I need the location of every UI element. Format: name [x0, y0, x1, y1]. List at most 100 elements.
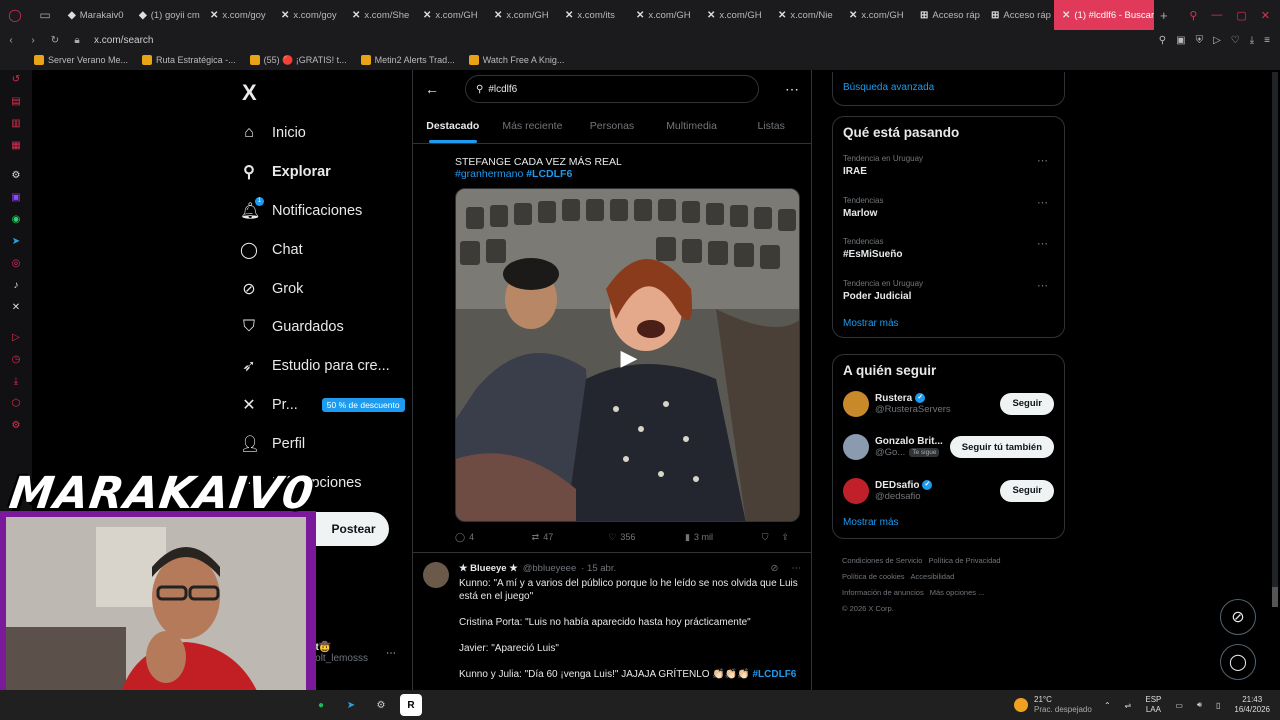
tab-4[interactable]: Listas: [731, 108, 811, 143]
follow-name[interactable]: Gonzalo Brit...: [875, 436, 950, 447]
nav-item-x-premium[interactable]: ✕ Pr... 50 % de descuento: [240, 386, 410, 425]
browser-tab[interactable]: ✕ x.com/GH: [841, 0, 912, 30]
trend-item[interactable]: Tendencia en Uruguay Poder Judicial ⋯: [843, 279, 1054, 321]
sidebar-settings-icon[interactable]: ⚙: [0, 414, 32, 436]
post-author[interactable]: ★ Blueeye ★: [459, 562, 518, 575]
footer-link[interactable]: Política de Privacidad: [928, 556, 1000, 565]
reply-button[interactable]: ◯ 4: [455, 532, 532, 543]
trend-item[interactable]: Tendencia en Uruguay IRAE ⋯: [843, 154, 1054, 196]
chevron-up-icon[interactable]: ⌃: [1104, 701, 1111, 710]
post[interactable]: STEFANGE CADA VEZ MÁS REAL #granhermano …: [413, 144, 811, 552]
share-button[interactable]: ⇪: [781, 532, 801, 543]
back-icon[interactable]: ‹: [0, 35, 22, 46]
browser-tab[interactable]: ✕ (1) #lcdlf6 - Buscar /: [1054, 0, 1154, 30]
url-field[interactable]: x.com/search: [94, 35, 153, 46]
avatar[interactable]: [843, 477, 869, 504]
hashtag-link[interactable]: #LCDLF6: [526, 168, 572, 180]
follow-button[interactable]: Seguir: [1000, 392, 1054, 415]
search-more-icon[interactable]: ⋯: [759, 81, 799, 98]
tab-1[interactable]: Más reciente: [493, 108, 573, 143]
sidebar-extensions-icon[interactable]: ⬡: [0, 392, 32, 414]
follow-name[interactable]: DEDsafio ✓: [875, 480, 1000, 491]
sidebar-music-icon[interactable]: ▥: [0, 112, 32, 134]
search-tabs-icon[interactable]: ⚲: [1189, 9, 1197, 22]
weather-widget[interactable]: 21°C Prac. despejado: [1014, 695, 1092, 715]
scrollbar[interactable]: [1272, 72, 1278, 607]
avatar[interactable]: [843, 434, 869, 461]
footer-link[interactable]: Política de cookies: [842, 572, 905, 581]
back-arrow-icon[interactable]: ←: [425, 81, 455, 97]
advanced-search-link[interactable]: Búsqueda avanzada: [832, 72, 1065, 106]
browser-tab[interactable]: ✕ x.com/Nie: [770, 0, 841, 30]
nav-item-search[interactable]: ⚲ Explorar: [240, 153, 410, 192]
spotify-icon[interactable]: ●: [310, 694, 332, 716]
nav-item-grok[interactable]: ⊘ Grok: [240, 269, 410, 308]
messages-fab-icon[interactable]: ◯: [1220, 644, 1256, 680]
repost-button[interactable]: ⇄ 47: [532, 532, 609, 543]
bookmark-item[interactable]: Ruta Estratégica -...: [142, 55, 236, 65]
forward-icon[interactable]: ›: [22, 35, 44, 46]
tab-2[interactable]: Personas: [572, 108, 652, 143]
like-button[interactable]: ♡ 356: [608, 532, 685, 543]
sidebar-chat-icon[interactable]: ▤: [0, 90, 32, 112]
browser-tab[interactable]: ⊞ Acceso ráp: [912, 0, 983, 30]
nav-item-rocket[interactable]: ➶ Estudio para cre...: [240, 347, 410, 386]
nav-item-home[interactable]: ⌂ Inicio: [240, 114, 410, 153]
post-more-icon[interactable]: ⋯: [792, 562, 802, 575]
post[interactable]: ★ Blueeye ★ @bblueyeee · 15 abr. ⊘ ⋯ Kun…: [413, 552, 811, 681]
trend-more-icon[interactable]: ⋯: [1037, 279, 1048, 292]
tab-0[interactable]: Destacado: [413, 108, 493, 143]
x-logo-icon[interactable]: X: [242, 80, 264, 105]
sidebar-player-icon[interactable]: ▷: [0, 326, 32, 348]
video-player[interactable]: ▶: [455, 188, 800, 522]
telegram-icon[interactable]: ➤: [340, 694, 362, 716]
browser-tab[interactable]: ✕ x.com/goy: [273, 0, 344, 30]
browser-tab[interactable]: ◆ (1) goyii cm: [131, 0, 202, 30]
network-settings-icon[interactable]: ⇌: [1125, 701, 1132, 710]
minimize-button[interactable]: —: [1211, 9, 1222, 22]
sidebar-news-icon[interactable]: ▦: [0, 134, 32, 156]
hashtag-link[interactable]: #granhermano: [455, 168, 523, 180]
trend-item[interactable]: Tendencias #EsMiSueño ⋯: [843, 237, 1054, 279]
nav-item-chat[interactable]: ◯ Chat: [240, 230, 410, 269]
reload-icon[interactable]: ↻: [44, 35, 66, 46]
bookmark-item[interactable]: Metin2 Alerts Trad...: [360, 55, 455, 65]
avatar[interactable]: [423, 562, 449, 588]
language-indicator[interactable]: ESP LAA: [1145, 695, 1161, 715]
sidebar-x-icon[interactable]: ✕: [0, 296, 32, 318]
shield-icon[interactable]: ⛨: [1196, 35, 1204, 46]
browser-tab[interactable]: ✕ x.com/GH: [486, 0, 557, 30]
opera-logo-icon[interactable]: ◯: [0, 0, 30, 30]
bookmark-item[interactable]: (55) 🔴 ¡GRATIS! t...: [249, 55, 347, 66]
views-button[interactable]: ▮ 3 mil: [685, 532, 762, 543]
snapshot-icon[interactable]: ▣: [1176, 35, 1185, 46]
steam-icon[interactable]: ⚙: [370, 694, 392, 716]
promo-badge[interactable]: 50 % de descuento: [321, 397, 405, 412]
follow-suggestion[interactable]: DEDsafio ✓ @dedsafio Seguir: [843, 469, 1054, 513]
hashtag-link[interactable]: #LCDLF6: [752, 669, 796, 680]
avatar[interactable]: [843, 390, 869, 417]
follow-button[interactable]: Seguir: [1000, 479, 1054, 502]
bookmark-item[interactable]: Watch Free A Knig...: [468, 55, 564, 65]
sidebar-aria-icon[interactable]: ↺: [0, 68, 32, 90]
roblox-icon[interactable]: R: [400, 694, 422, 716]
sidebar-downloads-icon[interactable]: ⤓: [0, 370, 32, 392]
close-window-button[interactable]: ✕: [1261, 9, 1270, 22]
footer-link[interactable]: Información de anuncios: [842, 588, 924, 597]
tab-3[interactable]: Multimedia: [652, 108, 732, 143]
monitor-icon[interactable]: ▭: [1175, 701, 1183, 710]
nav-item-bookmark[interactable]: ⛉ Guardados: [240, 308, 410, 347]
browser-tab[interactable]: ⊞ Acceso ráp: [983, 0, 1054, 30]
bookmark-item[interactable]: Server Verano Me...: [34, 55, 128, 65]
follow-suggestion[interactable]: Rustera ✓ @RusteraServers Seguir: [843, 382, 1054, 426]
play-icon[interactable]: ▶: [616, 345, 642, 371]
volume-icon[interactable]: 🔊︎: [1197, 700, 1202, 710]
maximize-button[interactable]: ▢: [1236, 9, 1246, 22]
browser-tab[interactable]: ✕ x.com/GH: [699, 0, 770, 30]
browser-tab[interactable]: ✕ x.com/GH: [415, 0, 486, 30]
sidebar-instagram-icon[interactable]: ◎: [0, 252, 32, 274]
follow-button[interactable]: Seguir tú también: [949, 436, 1054, 459]
browser-tab[interactable]: ✕ x.com/She: [344, 0, 415, 30]
post-handle[interactable]: @bblueyeee: [523, 562, 577, 575]
tab-menu-icon[interactable]: ▭: [30, 0, 60, 30]
